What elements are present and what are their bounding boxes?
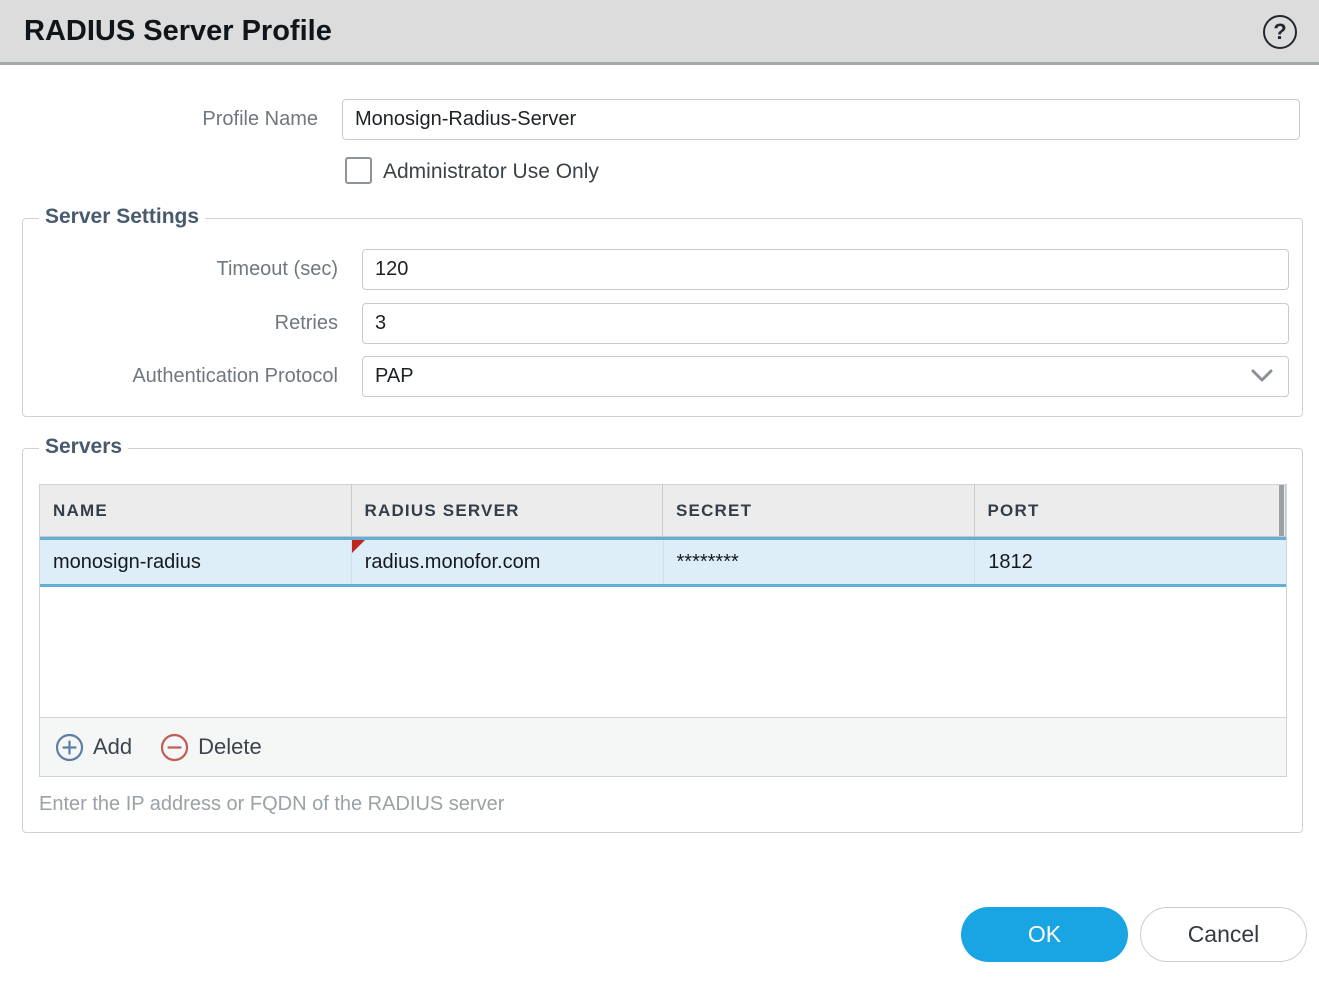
retries-input[interactable] — [362, 303, 1289, 344]
delete-button-label: Delete — [198, 734, 262, 760]
table-scrollbar[interactable] — [1279, 485, 1284, 536]
profile-name-row: Profile Name — [0, 99, 1319, 140]
cell-radius-server[interactable]: radius.monofor.com — [352, 540, 664, 584]
admin-only-label: Administrator Use Only — [383, 157, 599, 186]
page-title: RADIUS Server Profile — [24, 0, 332, 63]
admin-only-checkbox[interactable] — [345, 157, 372, 184]
dialog-header: RADIUS Server Profile ? — [0, 0, 1319, 65]
cancel-button[interactable]: Cancel — [1140, 907, 1307, 962]
radius-server-profile-dialog: RADIUS Server Profile ? Profile Name Adm… — [0, 0, 1319, 996]
table-row[interactable]: monosign-radius radius.monofor.com *****… — [40, 537, 1286, 587]
cell-secret[interactable]: ******** — [664, 540, 976, 584]
plus-circle-icon — [55, 733, 84, 762]
timeout-label: Timeout (sec) — [23, 249, 350, 290]
add-button-label: Add — [93, 734, 132, 760]
cell-name[interactable]: monosign-radius — [40, 540, 352, 584]
column-header-name[interactable]: NAME — [40, 485, 352, 536]
auth-protocol-value: PAP — [375, 357, 414, 396]
auth-protocol-row: Authentication Protocol PAP — [23, 356, 1302, 397]
servers-fieldset: Servers NAME RADIUS SERVER SECRET PORT m… — [22, 448, 1303, 833]
delete-button[interactable]: Delete — [160, 733, 262, 762]
cell-port[interactable]: 1812 — [975, 540, 1286, 584]
column-header-radius-server[interactable]: RADIUS SERVER — [352, 485, 664, 536]
add-button[interactable]: Add — [55, 733, 132, 762]
auth-protocol-label: Authentication Protocol — [23, 356, 350, 397]
auth-protocol-select[interactable]: PAP — [362, 356, 1289, 397]
help-icon[interactable]: ? — [1263, 15, 1297, 49]
timeout-row: Timeout (sec) — [23, 249, 1302, 290]
ok-button[interactable]: OK — [961, 907, 1128, 962]
profile-name-label: Profile Name — [0, 99, 330, 140]
minus-circle-icon — [160, 733, 189, 762]
server-settings-fieldset: Server Settings Timeout (sec) Retries Au… — [22, 218, 1303, 417]
cell-radius-server-text: radius.monofor.com — [365, 551, 541, 573]
help-glyph: ? — [1273, 19, 1286, 45]
retries-row: Retries — [23, 303, 1302, 344]
admin-only-row: Administrator Use Only — [0, 157, 1319, 186]
server-settings-legend: Server Settings — [39, 205, 205, 229]
servers-legend: Servers — [39, 435, 128, 459]
server-hint-text: Enter the IP address or FQDN of the RADI… — [39, 793, 504, 816]
servers-table: NAME RADIUS SERVER SECRET PORT monosign-… — [39, 484, 1287, 777]
column-header-secret[interactable]: SECRET — [663, 485, 975, 536]
profile-name-input[interactable] — [342, 99, 1300, 140]
chevron-down-icon — [1250, 367, 1274, 391]
table-empty-area — [40, 587, 1286, 717]
servers-table-header: NAME RADIUS SERVER SECRET PORT — [40, 485, 1286, 537]
column-header-port[interactable]: PORT — [975, 485, 1287, 536]
timeout-input[interactable] — [362, 249, 1289, 290]
modified-indicator-icon — [352, 540, 365, 553]
retries-label: Retries — [23, 303, 350, 344]
table-footer: Add Delete — [40, 717, 1286, 776]
